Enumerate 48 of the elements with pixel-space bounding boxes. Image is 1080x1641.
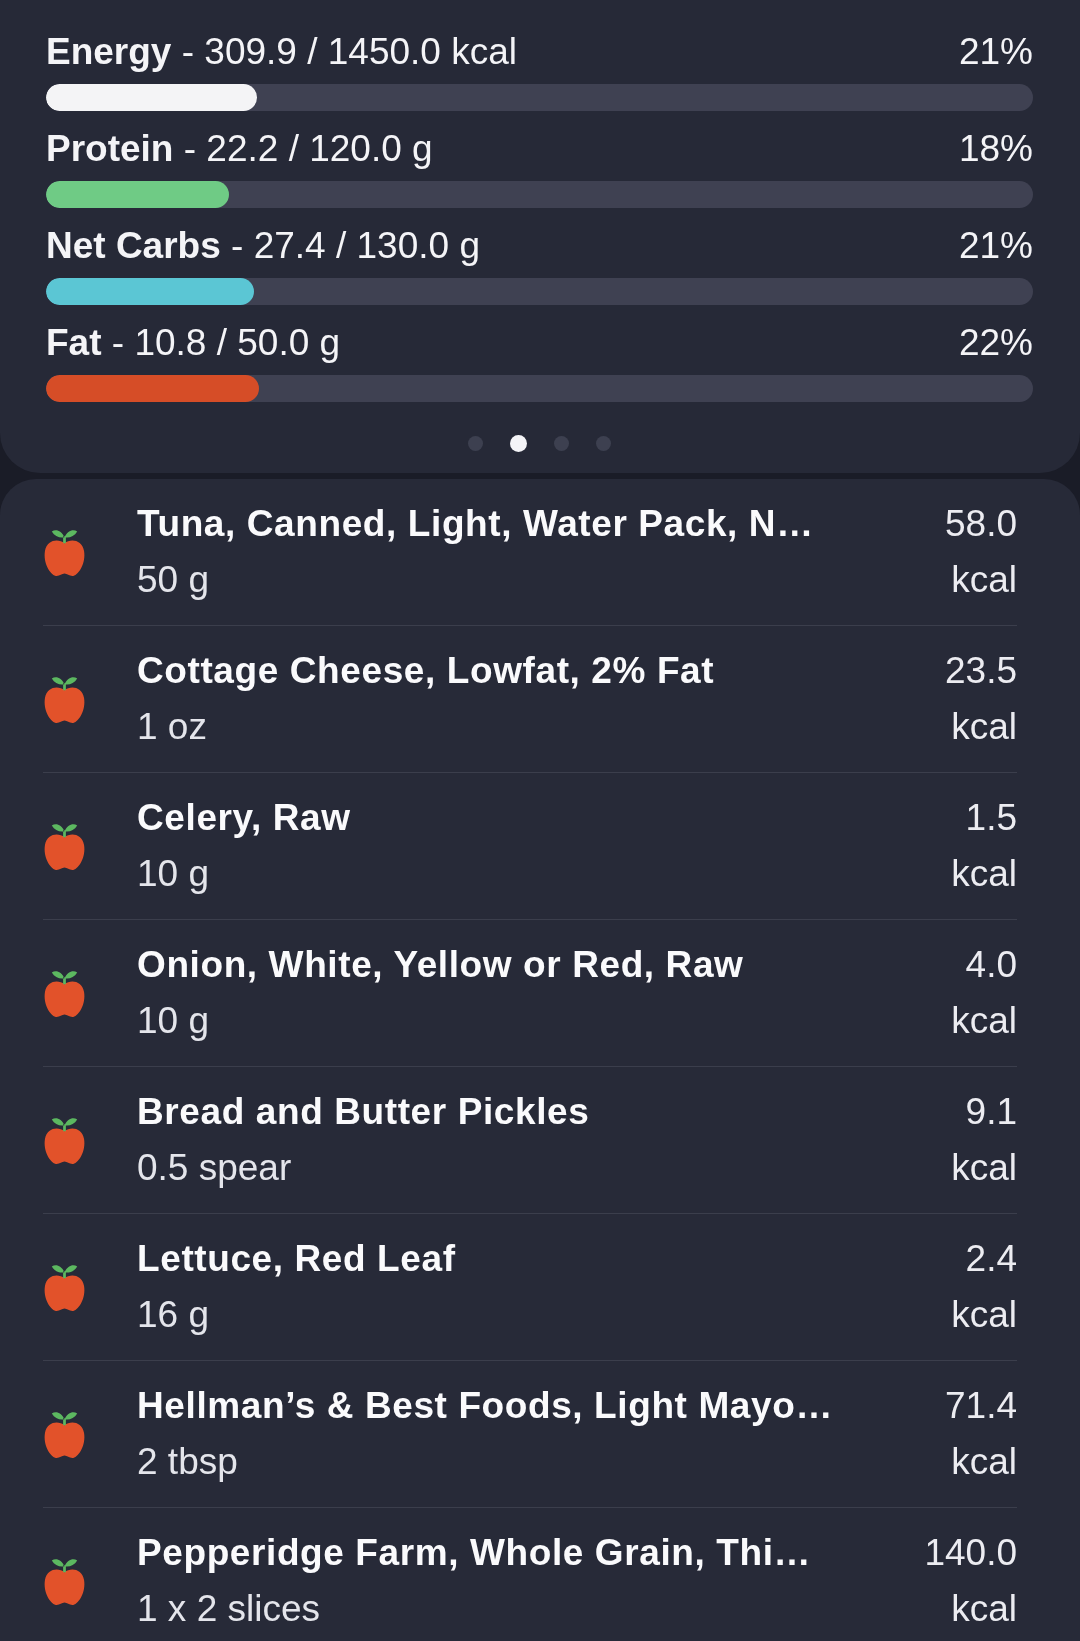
apple-icon	[43, 1262, 86, 1312]
food-name: Pepperidge Farm, Whole Grain, Thi…	[137, 1531, 812, 1575]
percent-text: 21%	[958, 224, 1033, 268]
food-name: Tuna, Canned, Light, Water Pack, N…	[137, 502, 814, 546]
food-name: Hellman’s & Best Foods, Light Mayo…	[137, 1384, 833, 1428]
serving-text: 50 g	[137, 558, 209, 602]
food-name: Onion, White, Yellow or Red, Raw	[137, 943, 744, 987]
serving-text: 10 g	[137, 852, 209, 896]
food-name: Cottage Cheese, Lowfat, 2% Fat	[137, 649, 715, 693]
apple-icon	[43, 1556, 86, 1606]
serving-text: 1 oz	[137, 705, 207, 749]
calorie-value: 9.1	[965, 1090, 1017, 1134]
calorie-unit: kcal	[951, 1293, 1017, 1337]
food-name: Celery, Raw	[137, 796, 351, 840]
food-name: Lettuce, Red Leaf	[137, 1237, 456, 1281]
serving-text: 10 g	[137, 999, 209, 1043]
calorie-unit: kcal	[951, 558, 1017, 602]
nutrient-label: Net Carbs - 27.4 / 130.0 g	[46, 224, 480, 268]
apple-icon	[43, 527, 86, 577]
apple-icon	[43, 674, 86, 724]
percent-text: 21%	[958, 30, 1033, 74]
serving-text: 0.5 spear	[137, 1146, 292, 1190]
percent-text: 18%	[958, 127, 1033, 171]
calorie-value: 2.4	[965, 1237, 1017, 1281]
calorie-unit: kcal	[951, 852, 1017, 896]
calorie-value: 23.5	[945, 649, 1017, 693]
calorie-unit: kcal	[951, 705, 1017, 749]
calorie-unit: kcal	[951, 999, 1017, 1043]
calorie-value: 58.0	[945, 502, 1017, 546]
serving-text: 2 tbsp	[137, 1440, 238, 1484]
food-name: Bread and Butter Pickles	[137, 1090, 590, 1134]
calorie-value: 71.4	[945, 1384, 1017, 1428]
calorie-value: 1.5	[965, 796, 1017, 840]
calorie-unit: kcal	[951, 1146, 1017, 1190]
calorie-unit: kcal	[951, 1440, 1017, 1484]
serving-text: 16 g	[137, 1293, 209, 1337]
calorie-value: 4.0	[965, 943, 1017, 987]
apple-icon	[43, 821, 86, 871]
calorie-value: 140.0	[924, 1531, 1017, 1575]
apple-icon	[43, 1115, 86, 1165]
apple-icon	[43, 1409, 86, 1459]
nutrient-label: Protein - 22.2 / 120.0 g	[46, 127, 433, 171]
nutrient-label: Fat - 10.8 / 50.0 g	[46, 321, 341, 365]
nutrient-label: Energy - 309.9 / 1450.0 kcal	[46, 30, 517, 74]
calorie-unit: kcal	[951, 1587, 1017, 1631]
percent-text: 22%	[958, 321, 1033, 365]
serving-text: 1 x 2 slices	[137, 1587, 320, 1631]
apple-icon	[43, 968, 86, 1018]
